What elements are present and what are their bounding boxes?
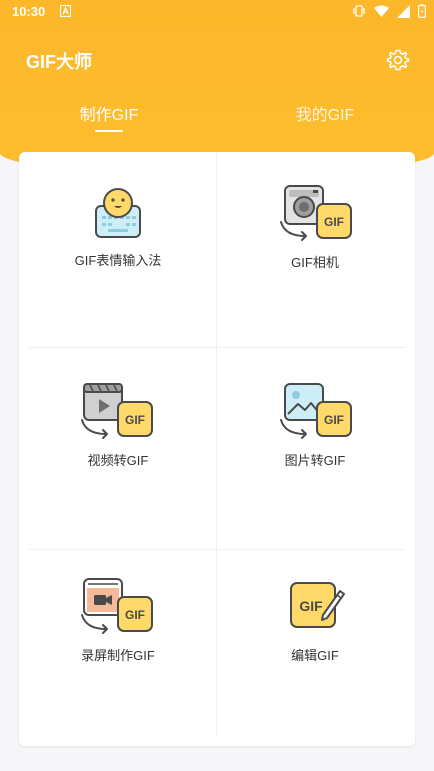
settings-button[interactable] (386, 48, 410, 72)
gif-badge-text: GIF (324, 413, 344, 427)
edit-gif-icon: GIF (290, 582, 345, 628)
tool-edit-gif[interactable]: GIF 编辑GIF (216, 577, 414, 664)
tool-video-to-gif[interactable]: GIF 视频转GIF (19, 382, 217, 469)
grid-divider-horizontal-2 (29, 549, 405, 550)
video-to-gif-icon: GIF (81, 383, 153, 439)
app-title: GIF大师 (26, 52, 92, 72)
notification-a-icon (60, 5, 71, 17)
image-to-gif-icon: GIF (280, 383, 352, 439)
tool-emoji-keyboard[interactable]: GIF表情输入法 (19, 186, 217, 269)
gif-badge-text: GIF (324, 215, 344, 229)
status-bar: 10:30 (0, 0, 434, 24)
gif-badge-text: GIF (125, 413, 145, 427)
gif-badge-text: GIF (125, 608, 145, 622)
gif-badge-text: GIF (299, 598, 323, 614)
tool-label: 录屏制作GIF (81, 648, 155, 663)
battery-icon (418, 4, 426, 18)
tool-label: 图片转GIF (284, 453, 346, 468)
active-tab-indicator (95, 130, 123, 132)
tool-image-to-gif[interactable]: GIF 图片转GIF (216, 382, 414, 469)
tool-label: 视频转GIF (87, 453, 149, 468)
camera-gif-icon: GIF (280, 185, 352, 241)
tab-make-gif[interactable]: 制作GIF (49, 101, 169, 125)
tab-my-gif[interactable]: 我的GIF (265, 101, 385, 125)
tool-gif-camera[interactable]: GIF GIF相机 (216, 184, 414, 271)
vibrate-icon (353, 5, 365, 17)
status-time: 10:30 (12, 4, 46, 19)
emoji-keyboard-icon (95, 188, 141, 238)
tool-label: 编辑GIF (291, 648, 339, 663)
wifi-icon (374, 5, 389, 17)
tool-label: GIF相机 (291, 255, 339, 270)
gear-icon (386, 49, 410, 71)
grid-divider-horizontal-1 (29, 347, 405, 348)
signal-icon (397, 4, 410, 18)
tool-label: GIF表情输入法 (74, 253, 162, 268)
header-background (0, 0, 434, 175)
screen-record-gif-icon: GIF (81, 578, 153, 634)
tool-screen-record-gif[interactable]: GIF 录屏制作GIF (19, 577, 217, 664)
